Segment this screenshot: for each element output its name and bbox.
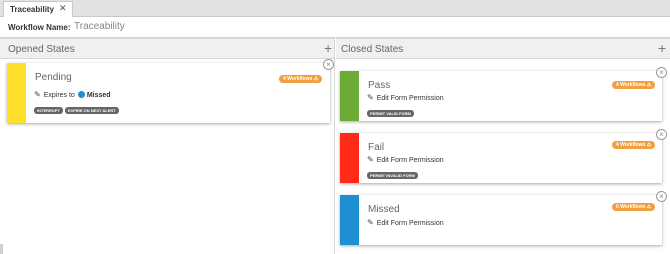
- pencil-icon[interactable]: ✎: [367, 218, 374, 227]
- closed-states-title: Closed States: [341, 44, 404, 55]
- workflows-badge[interactable]: 0 Workflows ⚠: [612, 203, 656, 211]
- tag-interrupt: INTERRUPT: [34, 107, 63, 114]
- warning-icon: ⚠: [646, 82, 652, 88]
- tab-label: Traceability: [10, 5, 55, 14]
- workflows-badge-label: 4 Workflows: [616, 142, 646, 148]
- close-circle-icon[interactable]: ×: [323, 59, 334, 70]
- permission-text: Edit Form Permission: [376, 157, 444, 164]
- permission-text: Edit Form Permission: [376, 95, 444, 102]
- permission-text: Edit Form Permission: [376, 220, 444, 227]
- resize-handle[interactable]: [0, 244, 3, 254]
- state-title: Fail: [368, 142, 385, 153]
- expires-state: Missed: [86, 92, 111, 99]
- state-permission: ✎ Edit Form Permission: [367, 218, 444, 227]
- tab-traceability[interactable]: Traceability ✕: [3, 1, 73, 17]
- state-permission: ✎ Edit Form Permission: [367, 155, 444, 164]
- state-color-swatch: [340, 71, 359, 121]
- closed-states-header: Closed States +: [336, 38, 670, 59]
- state-card-missed[interactable]: Missed ✎ Edit Form Permission 0 Workflows…: [340, 191, 667, 245]
- state-title: Missed: [368, 204, 400, 215]
- workflows-badge[interactable]: 4 Workflows ⚠: [279, 75, 323, 83]
- add-closed-state-button[interactable]: +: [658, 40, 666, 56]
- state-title: Pass: [368, 80, 391, 91]
- workflows-badge-label: 4 Workflows: [283, 76, 313, 82]
- close-icon[interactable]: ✕: [59, 3, 67, 14]
- state-color-swatch: [7, 63, 26, 123]
- pencil-icon[interactable]: ✎: [34, 90, 41, 99]
- state-card-fail[interactable]: Fail ✎ Edit Form Permission PERMIT INVALI…: [340, 129, 667, 183]
- pencil-icon[interactable]: ✎: [367, 155, 374, 164]
- state-card-pending[interactable]: Pending ✎ Expires to Missed INTERRUPT EXPIR…: [7, 59, 334, 123]
- state-color-swatch: [340, 195, 359, 245]
- workflows-badge[interactable]: 4 Workflows ⚠: [612, 81, 656, 89]
- state-color-swatch: [340, 133, 359, 183]
- workflow-name-bar: Workflow Name: Traceability: [0, 17, 670, 38]
- opened-states-title: Opened States: [8, 44, 75, 55]
- state-tags: INTERRUPT EXPIRE ON NEXT ALERT: [34, 99, 121, 117]
- state-tags: PERMIT INVALID FORM: [367, 164, 420, 182]
- tag-permit-invalid-form: PERMIT INVALID FORM: [367, 172, 418, 179]
- add-opened-state-button[interactable]: +: [324, 40, 332, 56]
- tab-bar: Traceability ✕: [0, 0, 670, 17]
- state-title: Pending: [35, 72, 72, 83]
- close-circle-icon[interactable]: ×: [656, 67, 667, 78]
- workflow-name-label: Workflow Name:: [8, 23, 71, 32]
- opened-states-column: Opened States + Pending ✎ Expires to Misse…: [0, 38, 335, 254]
- workflow-name-value[interactable]: Traceability: [74, 21, 125, 32]
- warning-icon: ⚠: [313, 76, 319, 82]
- closed-states-column: Closed States + Pass ✎ Edit Form Permissi…: [336, 38, 670, 254]
- warning-icon: ⚠: [646, 204, 652, 210]
- state-tags: PERMIT VALID FORM: [367, 102, 416, 120]
- workflows-badge-label: 0 Workflows: [616, 204, 646, 210]
- close-circle-icon[interactable]: ×: [656, 129, 667, 140]
- state-expiry: ✎ Expires to Missed: [34, 90, 111, 99]
- pencil-icon[interactable]: ✎: [367, 93, 374, 102]
- close-circle-icon[interactable]: ×: [656, 191, 667, 202]
- expires-text: Expires to: [43, 92, 75, 99]
- workflows-badge[interactable]: 4 Workflows ⚠: [612, 141, 656, 149]
- workflows-badge-label: 4 Workflows: [616, 82, 646, 88]
- state-card-pass[interactable]: Pass ✎ Edit Form Permission PERMIT VALID …: [340, 67, 667, 121]
- opened-states-header: Opened States +: [0, 38, 334, 59]
- state-permission: ✎ Edit Form Permission: [367, 93, 444, 102]
- missed-dot-icon: [77, 91, 85, 98]
- tag-permit-valid-form: PERMIT VALID FORM: [367, 110, 414, 117]
- tag-expire-on-next-alert: EXPIRE ON NEXT ALERT: [64, 107, 119, 114]
- warning-icon: ⚠: [646, 142, 652, 148]
